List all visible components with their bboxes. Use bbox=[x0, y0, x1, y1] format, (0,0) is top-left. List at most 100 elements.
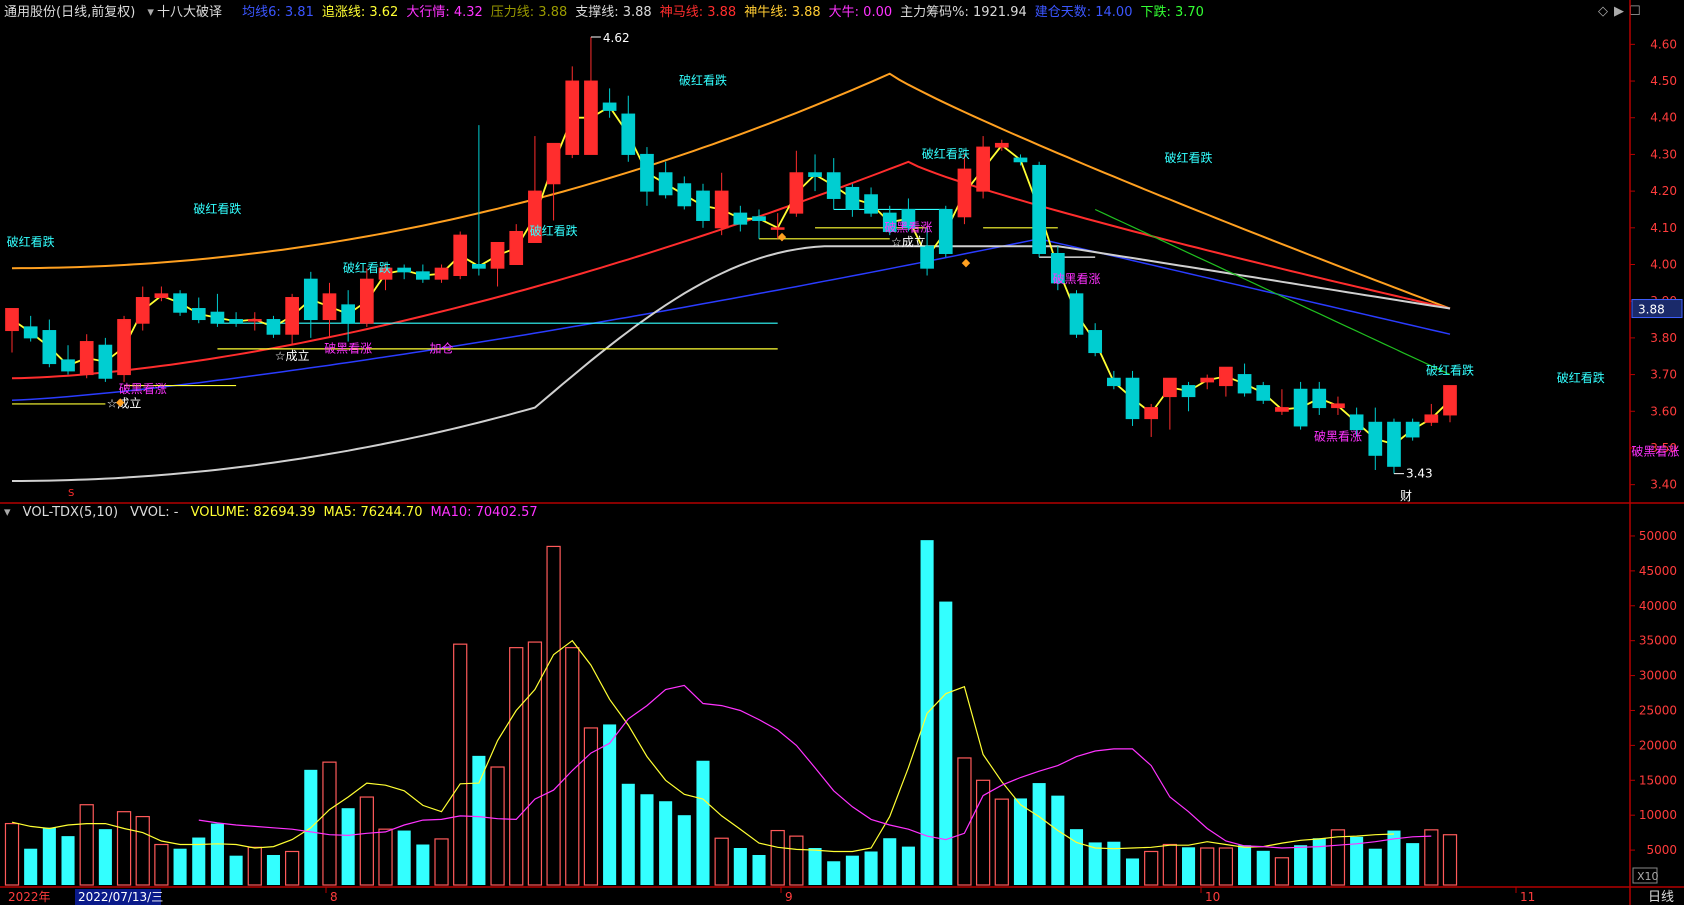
date-label: 11 bbox=[1520, 890, 1535, 904]
candle-body bbox=[658, 172, 673, 196]
volume-bar bbox=[472, 755, 486, 885]
date-label: 2022/07/13/三 bbox=[78, 890, 163, 904]
candle-body bbox=[1349, 414, 1364, 431]
volume-bar bbox=[247, 846, 262, 886]
candle-body bbox=[1275, 407, 1289, 412]
volume-bar bbox=[79, 804, 94, 886]
candle-body bbox=[341, 304, 356, 324]
candle-body bbox=[1069, 293, 1084, 335]
candle-body bbox=[714, 190, 729, 229]
price-tick-label: 4.00 bbox=[1650, 258, 1677, 272]
candle-body bbox=[266, 319, 281, 335]
volume-bar bbox=[4, 822, 20, 886]
volume-bar bbox=[1162, 843, 1178, 886]
signal-annotation: ☆成立 bbox=[275, 348, 310, 363]
candle-body bbox=[826, 172, 841, 199]
candle-body bbox=[1331, 403, 1345, 409]
candle-body bbox=[1443, 385, 1457, 416]
candle-body bbox=[602, 102, 617, 111]
volume-bar bbox=[677, 815, 691, 885]
candle-body bbox=[61, 359, 75, 372]
volume-bar bbox=[1368, 848, 1382, 885]
candle-body bbox=[210, 311, 225, 324]
volume-bar bbox=[397, 830, 411, 885]
price-tick-label: 3.40 bbox=[1650, 478, 1677, 492]
candle-body bbox=[434, 267, 449, 280]
volume-bar bbox=[603, 724, 617, 885]
candle-body bbox=[546, 142, 561, 185]
signal-annotation: 破红看跌 bbox=[193, 201, 241, 216]
period-label: 日线 bbox=[1648, 890, 1674, 905]
candle-body bbox=[1424, 414, 1439, 423]
price-tick-label: 4.20 bbox=[1650, 184, 1677, 198]
volume-bar bbox=[1125, 858, 1140, 885]
volume-tick-label: 50000 bbox=[1639, 529, 1677, 543]
candle-body bbox=[770, 227, 785, 230]
volume-bar bbox=[322, 761, 337, 886]
volume-bar bbox=[789, 835, 804, 886]
signal-annotation: 破红看跌 bbox=[1165, 150, 1213, 165]
volume-bar bbox=[957, 757, 972, 886]
volume-bar bbox=[490, 766, 505, 886]
volume-bar bbox=[434, 838, 449, 886]
volume-bar bbox=[1069, 829, 1084, 885]
candle-body bbox=[1125, 377, 1140, 420]
candle-body bbox=[1200, 377, 1215, 383]
signal-annotation: ☆成立 bbox=[891, 234, 926, 249]
chase-line bbox=[11, 105, 1451, 446]
volume-bar bbox=[1088, 842, 1102, 885]
candle-body bbox=[359, 278, 374, 324]
candle-body bbox=[1032, 164, 1046, 254]
candle-body bbox=[472, 264, 486, 269]
volume-bar bbox=[1424, 829, 1439, 886]
volume-bar bbox=[378, 828, 393, 886]
volume-bar bbox=[1051, 795, 1065, 885]
price-tick-label: 4.30 bbox=[1650, 147, 1677, 161]
signal-annotation: 破红看跌 bbox=[343, 260, 391, 275]
date-label: 8 bbox=[330, 890, 338, 904]
candle-body bbox=[976, 146, 990, 192]
support-line bbox=[12, 245, 1451, 482]
volume-bar bbox=[808, 848, 822, 885]
candle-body bbox=[1163, 377, 1177, 398]
volume-bar bbox=[341, 808, 355, 885]
candle-body bbox=[696, 190, 710, 221]
volume-bar bbox=[939, 601, 953, 885]
price-tick-label: 4.60 bbox=[1650, 37, 1677, 51]
volume-bar bbox=[752, 854, 766, 885]
price-volume-chart[interactable]: 3.403.503.603.703.803.904.004.104.204.30… bbox=[0, 0, 1684, 905]
volume-bar bbox=[416, 844, 430, 885]
volume-bar bbox=[359, 796, 374, 886]
signal-annotation: 破黑看涨 bbox=[324, 341, 372, 356]
signal-annotation: 破黑看涨 bbox=[884, 219, 932, 234]
volume-bar bbox=[1406, 843, 1420, 885]
volume-tick-label: 10000 bbox=[1639, 808, 1677, 822]
price-tick-label: 3.60 bbox=[1650, 404, 1677, 418]
volume-bar bbox=[1330, 829, 1346, 886]
volume-bar bbox=[173, 848, 187, 885]
volume-bar bbox=[714, 837, 729, 886]
candle-body bbox=[509, 230, 524, 266]
volume-bar bbox=[116, 811, 132, 886]
volume-bar bbox=[210, 823, 224, 885]
candle-body bbox=[42, 330, 57, 365]
volume-bar bbox=[546, 545, 561, 886]
candle-body bbox=[565, 80, 580, 155]
candle-body bbox=[733, 212, 748, 225]
volume-bar bbox=[770, 829, 785, 886]
volume-bar bbox=[1442, 834, 1458, 886]
volume-bar bbox=[135, 815, 150, 886]
candle-body bbox=[1368, 421, 1383, 456]
signal-annotation: 破红看跌 bbox=[530, 223, 578, 238]
signal-annotation: 破红看跌 bbox=[1426, 363, 1474, 378]
candle-body bbox=[677, 183, 692, 207]
volume-bar bbox=[994, 798, 1009, 886]
volume-bar bbox=[901, 846, 915, 885]
volume-bar bbox=[61, 836, 75, 885]
signal-annotation: 破红看跌 bbox=[1557, 370, 1605, 385]
volume-bar bbox=[1032, 783, 1046, 885]
candle-body bbox=[1237, 374, 1252, 394]
diamond-marker-icon: ◆ bbox=[778, 230, 787, 243]
candle-body bbox=[1088, 330, 1103, 354]
candle-body bbox=[1181, 385, 1196, 398]
